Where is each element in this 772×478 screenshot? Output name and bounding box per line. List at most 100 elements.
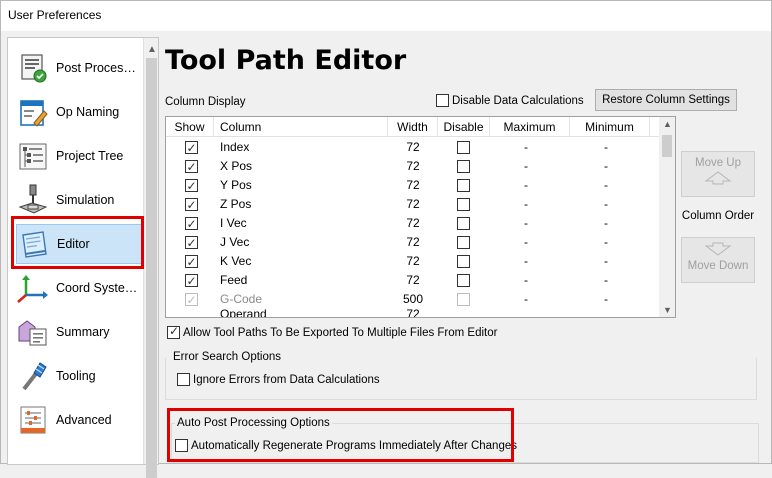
header-disable[interactable]: Disable [438,117,490,137]
table-row[interactable]: Z Pos 72 - - [166,195,660,215]
disable-checkbox[interactable] [456,255,470,269]
arrow-up-icon [704,171,732,185]
title-bar: User Preferences [1,1,771,31]
disable-checkbox[interactable] [456,179,470,193]
header-maximum[interactable]: Maximum [490,117,570,137]
minimum-value: - [604,235,608,249]
op-naming-icon [16,95,50,129]
scroll-up-icon[interactable]: ▲ [663,119,672,129]
column-width[interactable]: 72 [388,157,438,176]
header-width[interactable]: Width [388,117,438,137]
column-name: Operand [220,307,267,318]
column-display-label: Column Display [165,96,246,108]
sidebar-item-op-naming[interactable]: Op Naming [16,92,144,132]
header-minimum[interactable]: Minimum [570,117,650,137]
disable-checkbox[interactable] [456,141,470,155]
disable-checkbox[interactable] [456,236,470,250]
show-checkbox[interactable] [184,215,198,234]
scrollbar-thumb[interactable] [146,58,157,478]
arrow-down-icon [704,242,732,256]
disable-data-calcs-checkbox[interactable] [436,94,449,107]
ignore-errors-option[interactable]: Ignore Errors from Data Calculations [177,373,380,386]
column-width[interactable]: 72 [388,233,438,252]
minimum-value: - [604,178,608,192]
sidebar-item-label: Coord Systems [56,281,138,295]
move-down-button[interactable]: Move Down [681,237,755,283]
column-name: Index [220,140,250,154]
header-show[interactable]: Show [166,117,214,137]
minimum-value: - [604,159,608,173]
maximum-value: - [524,140,528,154]
window-title: User Preferences [8,8,102,22]
sidebar-item-advanced[interactable]: Advanced [16,400,144,440]
header-column[interactable]: Column [214,117,388,137]
table-row[interactable]: J Vec 72 - - [166,233,660,253]
sidebar-item-coord-systems[interactable]: Coord Systems [16,268,144,308]
sidebar-item-label: Advanced [56,413,112,427]
maximum-value: - [524,254,528,268]
allow-export-checkbox[interactable] [167,324,180,339]
sidebar-item-post-processing[interactable]: Post Processi... [16,48,144,88]
maximum-value: - [524,292,528,306]
column-table: Show Column Width Disable Maximum Minimu… [165,116,676,318]
summary-icon [16,315,50,349]
disable-checkbox [456,293,470,307]
show-checkbox[interactable] [184,196,198,215]
allow-export-option[interactable]: Allow Tool Paths To Be Exported To Multi… [167,324,498,339]
show-checkbox[interactable] [184,272,198,291]
table-row[interactable]: I Vec 72 - - [166,214,660,234]
sidebar-item-tooling[interactable]: Tooling [16,356,144,396]
table-row[interactable]: Y Pos 72 - - [166,176,660,196]
tooling-icon [16,359,50,393]
move-up-button[interactable]: Move Up [681,151,755,197]
table-row[interactable]: Index 72 - - [166,138,660,158]
sidebar-item-summary[interactable]: Summary [16,312,144,352]
table-row-partial[interactable]: Operand 72 [166,307,660,317]
coord-systems-icon [16,271,50,305]
maximum-value: - [524,197,528,211]
sidebar-item-label: Post Processi... [56,61,138,75]
scroll-down-icon[interactable]: ▼ [663,305,672,315]
maximum-value: - [524,178,528,192]
table-row[interactable]: K Vec 72 - - [166,252,660,272]
sidebar-scrollbar[interactable]: ▲ [143,38,158,478]
column-name: Y Pos [220,178,252,192]
show-checkbox[interactable] [184,177,198,196]
scroll-up-icon[interactable]: ▲ [147,44,157,55]
disable-checkbox[interactable] [456,160,470,174]
restore-column-settings-button[interactable]: Restore Column Settings [595,89,737,111]
project-tree-icon [16,139,50,173]
column-name: K Vec [220,254,252,268]
maximum-value: - [524,159,528,173]
table-row[interactable]: X Pos 72 - - [166,157,660,177]
show-checkbox[interactable] [184,139,198,158]
show-checkbox[interactable] [184,253,198,272]
column-width[interactable]: 72 [388,252,438,271]
column-name: X Pos [220,159,253,173]
column-width[interactable]: 72 [388,138,438,157]
sidebar-item-label: Op Naming [56,105,120,119]
column-width[interactable]: 72 [388,214,438,233]
table-scrollbar-thumb[interactable] [662,135,672,157]
column-name: Feed [220,273,248,287]
column-width[interactable]: 72 [388,176,438,195]
auto-post-highlight-box [167,408,514,462]
show-checkbox [184,291,198,310]
disable-checkbox[interactable] [456,274,470,288]
table-row[interactable]: Feed 72 - - [166,271,660,291]
table-scrollbar[interactable]: ▲ ▼ [659,117,675,317]
disable-checkbox[interactable] [456,198,470,212]
allow-export-label: Allow Tool Paths To Be Exported To Multi… [183,326,498,339]
show-checkbox[interactable] [184,158,198,177]
sidebar-item-simulation[interactable]: Simulation [16,180,144,220]
show-checkbox[interactable] [184,234,198,253]
column-width[interactable]: 72 [388,195,438,214]
ignore-errors-checkbox[interactable] [177,373,190,386]
column-order-label: Column Order [681,210,755,222]
column-name: I Vec [220,216,247,230]
column-width[interactable]: 72 [388,271,438,290]
sidebar-item-project-tree[interactable]: Project Tree [16,136,144,176]
disable-checkbox[interactable] [456,217,470,231]
disable-data-calcs-option[interactable]: Disable Data Calculations [436,94,584,107]
column-width[interactable]: 72 [388,305,438,317]
